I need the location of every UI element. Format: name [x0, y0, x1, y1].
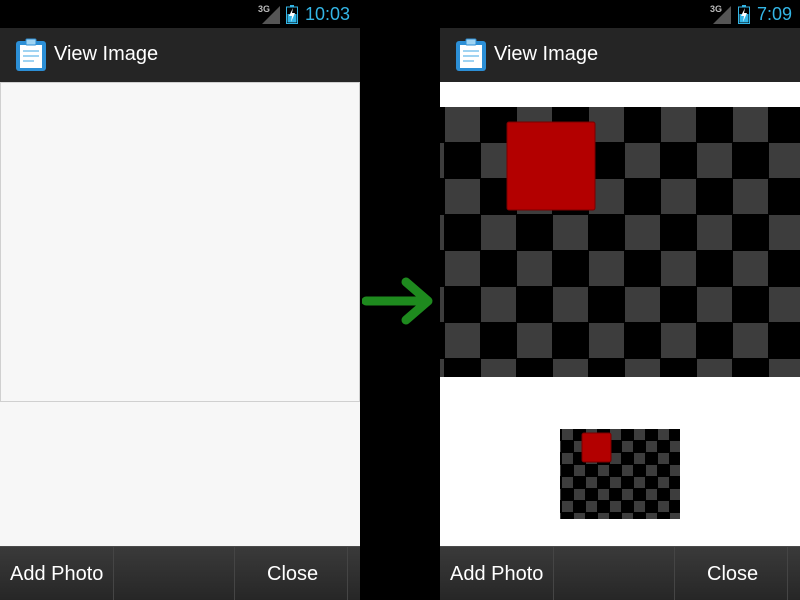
- close-button[interactable]: Close: [707, 563, 758, 586]
- app-title: View Image: [54, 43, 159, 65]
- phone-screen-after: 3G 7:09 View Image Add Photo Close: [440, 0, 800, 600]
- action-bar: View Image: [440, 28, 800, 82]
- clipboard-icon[interactable]: [14, 38, 48, 72]
- status-time: 10:03: [305, 4, 351, 24]
- signal-icon: [713, 6, 731, 24]
- content-area: [0, 82, 360, 546]
- status-time: 7:09: [757, 4, 793, 24]
- divider: [787, 547, 788, 600]
- divider: [553, 547, 554, 600]
- phone-screen-before: 3G 10:03 View Image Add Photo Close: [0, 0, 360, 600]
- app-title: View Image: [494, 43, 599, 65]
- signal-icon: [262, 6, 280, 24]
- action-bar: View Image: [0, 28, 360, 82]
- add-photo-button[interactable]: Add Photo: [450, 563, 543, 586]
- clipboard-icon[interactable]: [454, 38, 488, 72]
- right-arrow-icon: [362, 277, 433, 325]
- battery-charging-icon: [286, 5, 298, 24]
- close-button[interactable]: Close: [267, 563, 318, 586]
- status-bar: 3G 10:03: [0, 0, 360, 28]
- divider: [347, 547, 348, 600]
- add-photo-button[interactable]: Add Photo: [10, 563, 103, 586]
- bottom-action-bar: Add Photo Close: [440, 546, 800, 600]
- bottom-action-bar: Add Photo Close: [0, 546, 360, 600]
- status-bar: 3G 7:09: [440, 0, 800, 28]
- red-square: [581, 432, 612, 463]
- battery-charging-icon: [738, 5, 750, 24]
- content-area: [440, 82, 800, 546]
- divider: [234, 547, 235, 600]
- empty-image-view[interactable]: [0, 82, 360, 402]
- divider: [113, 547, 114, 600]
- red-square: [506, 121, 596, 211]
- divider: [674, 547, 675, 600]
- thumbnail-image[interactable]: [560, 429, 680, 519]
- full-image-view[interactable]: [440, 107, 800, 377]
